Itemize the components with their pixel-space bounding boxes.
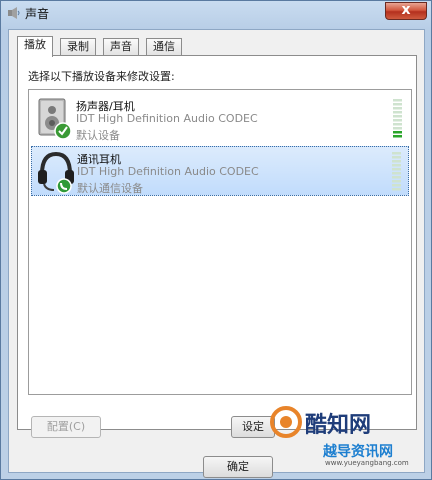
meter-segment <box>392 152 401 155</box>
watermark-brand: 酷知网 <box>305 412 372 438</box>
sound-dialog: 声音 x 播放 录制 声音 通信 选择以下播放设备来修改设置: 扬声器/耳机 I… <box>0 0 432 480</box>
meter-segment <box>393 111 402 114</box>
tab-communications[interactable]: 通信 <box>146 38 182 55</box>
check-icon <box>54 122 72 140</box>
watermark-url: www.yueyangbang.com <box>325 459 409 467</box>
meter-segment <box>392 164 401 167</box>
playback-panel: 选择以下播放设备来修改设置: 扬声器/耳机 IDT High Definitio… <box>17 55 417 430</box>
speaker-icon <box>38 98 72 140</box>
meter-segment <box>393 127 402 130</box>
meter-segment <box>392 168 401 171</box>
meter-segment <box>392 172 401 175</box>
tab-playback[interactable]: 播放 <box>17 36 53 57</box>
watermark-logo: 酷知网 越导资讯网 www.yueyangbang.com <box>263 401 423 473</box>
meter-segment <box>392 180 401 183</box>
meter-segment <box>392 188 401 191</box>
tab-recording[interactable]: 录制 <box>60 38 96 55</box>
instruction-text: 选择以下播放设备来修改设置: <box>28 70 175 83</box>
meter-segment <box>392 160 401 163</box>
headset-icon <box>38 151 74 194</box>
volume-meter <box>393 99 402 138</box>
device-status: 默认设备 <box>76 129 120 142</box>
meter-segment <box>393 119 402 122</box>
meter-segment <box>393 135 402 138</box>
device-item-speakers[interactable]: 扬声器/耳机 IDT High Definition Audio CODEC 默… <box>31 94 409 144</box>
close-icon: x <box>401 2 411 18</box>
tab-sounds[interactable]: 声音 <box>103 38 139 55</box>
device-description: IDT High Definition Audio CODEC <box>76 112 258 125</box>
device-item-headset[interactable]: 通讯耳机 IDT High Definition Audio CODEC 默认通… <box>31 146 409 196</box>
window-title: 声音 <box>25 7 50 21</box>
watermark-icon <box>270 406 302 438</box>
watermark-sub: 越导资讯网 <box>323 444 393 460</box>
device-status: 默认通信设备 <box>77 182 143 195</box>
meter-segment <box>393 107 402 110</box>
device-list[interactable]: 扬声器/耳机 IDT High Definition Audio CODEC 默… <box>28 89 412 395</box>
configure-button[interactable]: 配置(C) <box>31 416 101 438</box>
meter-segment <box>393 131 402 134</box>
meter-segment <box>392 184 401 187</box>
meter-segment <box>392 176 401 179</box>
sound-icon <box>8 7 20 19</box>
meter-segment <box>393 99 402 102</box>
volume-meter <box>392 152 401 191</box>
meter-segment <box>393 103 402 106</box>
device-description: IDT High Definition Audio CODEC <box>77 165 259 178</box>
phone-icon <box>56 178 72 194</box>
close-button[interactable]: x <box>385 2 427 20</box>
title-bar[interactable]: 声音 x <box>1 1 431 27</box>
meter-segment <box>392 156 401 159</box>
meter-segment <box>393 123 402 126</box>
meter-segment <box>393 115 402 118</box>
